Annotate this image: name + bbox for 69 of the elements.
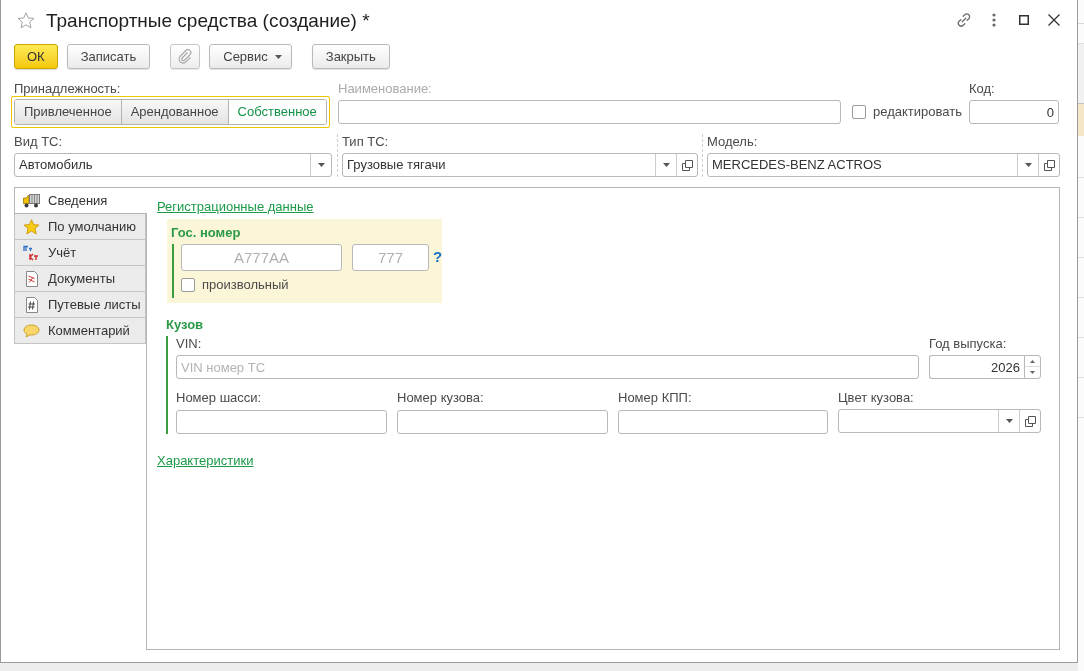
field-label: VIN: [176, 336, 203, 351]
field-label: Модель: [707, 134, 759, 149]
field-label: Год выпуска: [929, 336, 1008, 351]
year-field[interactable]: 2026 [929, 355, 1024, 379]
overlapping-squares-icon [1024, 415, 1036, 427]
dropdown-field[interactable]: Грузовые тягачи [342, 153, 698, 177]
window-title: Транспортные средства (создание) * [46, 8, 370, 32]
up-arrow-icon[interactable] [1030, 359, 1035, 363]
plate-region-field[interactable]: 777 [352, 244, 429, 271]
dropdown-field[interactable] [838, 409, 1041, 433]
field-label: Код: [969, 81, 996, 96]
side-tab[interactable]: Учёт [14, 239, 146, 266]
speech-bubble-icon [23, 323, 40, 338]
field-label: Наименование: [338, 81, 433, 96]
hash-document-icon [24, 296, 39, 313]
code-field[interactable]: 0 [969, 100, 1059, 124]
attach-button[interactable] [170, 44, 201, 69]
caret-icon [317, 163, 325, 167]
caret-icon [1024, 163, 1032, 167]
field-label: Вид ТС: [14, 134, 64, 149]
side-tab[interactable]: Сведения [14, 187, 147, 214]
down-arrow-icon[interactable] [1030, 371, 1035, 374]
checkbox-label: произвольный [202, 277, 289, 292]
document-icon [24, 270, 39, 287]
toggle-option[interactable]: Собственное [227, 100, 326, 124]
characteristics-link[interactable]: Характеристики [157, 452, 254, 468]
more-options-icon[interactable] [992, 13, 996, 27]
side-tab[interactable]: Комментарий [14, 317, 146, 344]
group-title: Гос. номер [171, 225, 242, 240]
paperclip-icon [178, 49, 193, 64]
toggle-option[interactable]: Привлеченное [15, 100, 121, 124]
close-icon[interactable] [1048, 14, 1060, 26]
registration-link[interactable]: Регистрационные данные [157, 199, 314, 214]
field-label: Принадлежность: [13, 81, 122, 96]
plate-number-field[interactable]: А777АА [181, 244, 342, 271]
menu-button[interactable]: Сервис [209, 44, 292, 69]
overlapping-squares-icon [681, 159, 693, 171]
side-tab[interactable]: Документы [14, 265, 146, 292]
text-field[interactable] [397, 409, 608, 434]
star-icon [23, 218, 40, 235]
caret-icon [274, 54, 282, 59]
star-icon[interactable] [17, 11, 35, 29]
field-label: Тип ТС: [342, 134, 390, 149]
checkbox[interactable] [852, 105, 866, 119]
checkbox-label: редактировать [873, 103, 962, 122]
checkbox[interactable] [181, 277, 195, 292]
field-label: Цвет кузова: [838, 390, 915, 405]
text-field[interactable] [618, 409, 828, 434]
caret-icon [1005, 419, 1013, 423]
side-tab[interactable]: Путевые листы [14, 291, 146, 318]
link-icon[interactable] [956, 12, 972, 28]
field-label: Номер кузова: [397, 390, 485, 405]
field-label: Номер КПП: [618, 390, 693, 405]
text-field[interactable] [176, 409, 387, 434]
dropdown-field[interactable]: MERCEDES-BENZ ACTROS [707, 153, 1060, 177]
vin-field[interactable]: VIN номер ТС [176, 355, 919, 379]
group-title: Кузов [166, 317, 205, 332]
primary-button[interactable]: ОК [14, 44, 58, 69]
maximize-icon[interactable] [1019, 15, 1029, 25]
field-label: Номер шасси: [176, 390, 263, 405]
toolbar-button[interactable]: Записать [66, 44, 151, 69]
caret-icon [662, 163, 670, 167]
overlapping-squares-icon [1043, 159, 1055, 171]
dropdown-field[interactable]: Автомобиль [14, 153, 332, 177]
help-link[interactable]: ? [433, 246, 443, 269]
toolbar-button[interactable]: Закрыть [311, 44, 390, 69]
toggle-option[interactable]: Арендованное [120, 100, 228, 124]
truck-icon [23, 193, 40, 208]
debit-credit-icon [23, 244, 40, 261]
